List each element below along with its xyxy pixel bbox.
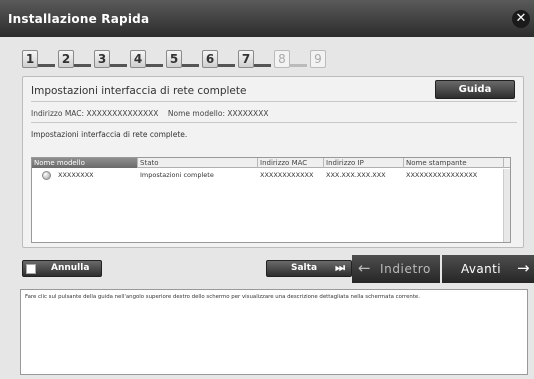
device-info: Indirizzo MAC: XXXXXXXXXXXXXX Nome model… <box>31 109 268 118</box>
step-8: 8 <box>274 50 308 69</box>
back-label: Indietro <box>380 262 431 276</box>
title-bar: Installazione Rapida ✕ <box>0 0 534 37</box>
arrow-right-icon: → <box>517 259 530 277</box>
step-6: 6 <box>202 50 236 69</box>
column-header-ip[interactable]: Indirizzo IP <box>324 158 404 168</box>
column-header-model[interactable]: Nome modello <box>32 158 138 168</box>
cell-printer-name: XXXXXXXXXXXXXXXX <box>406 171 478 179</box>
skip-label: Salta <box>291 263 318 273</box>
guide-button[interactable]: Guida <box>435 80 515 99</box>
column-header-printer-name[interactable]: Nome stampante <box>404 158 504 168</box>
table-header: Nome modello Stato Indirizzo MAC Indiriz… <box>32 158 510 168</box>
close-icon[interactable]: ✕ <box>512 10 530 28</box>
panel-subtitle: Impostazioni interfaccia di rete complet… <box>31 130 188 139</box>
divider <box>31 122 517 123</box>
column-header-status[interactable]: Stato <box>138 158 258 168</box>
divider <box>31 101 517 102</box>
cell-ip: XXX.XXX.XXX.XXX <box>326 171 386 179</box>
cancel-checkbox-icon <box>26 264 36 274</box>
step-5: 5 <box>166 50 200 69</box>
panel-title: Impostazioni interfaccia di rete complet… <box>31 85 247 97</box>
scrollbar[interactable] <box>503 169 510 242</box>
cancel-label: Annulla <box>51 263 90 273</box>
cell-status: Impostazioni complete <box>140 171 214 179</box>
help-text: Fare clic sul pulsante della guida nell'… <box>25 294 420 300</box>
printer-table: Nome modello Stato Indirizzo MAC Indiriz… <box>31 157 511 243</box>
mac-address: Indirizzo MAC: XXXXXXXXXXXXXX <box>31 109 159 118</box>
step-4: 4 <box>130 50 164 69</box>
cell-model: XXXXXXXX <box>58 171 94 179</box>
step-9: 9 <box>310 50 344 69</box>
model-name: Nome modello: XXXXXXXX <box>167 109 269 118</box>
radio-button[interactable] <box>42 171 51 180</box>
arrow-left-icon: ← <box>358 259 372 277</box>
step-7: 7 <box>238 50 272 69</box>
skip-button[interactable]: Salta ⏭ <box>266 260 352 277</box>
window-title: Installazione Rapida <box>8 12 150 26</box>
cell-mac: XXXXXXXXXXXX <box>260 171 314 179</box>
step-1: 1 <box>22 50 56 69</box>
column-header-mac[interactable]: Indirizzo MAC <box>258 158 324 168</box>
step-2: 2 <box>58 50 92 69</box>
main-panel: Impostazioni interfaccia di rete complet… <box>22 76 524 248</box>
skip-forward-icon: ⏭ <box>335 261 345 274</box>
next-button[interactable]: Avanti → <box>442 255 534 283</box>
table-row[interactable]: XXXXXXXX Impostazioni complete XXXXXXXXX… <box>32 170 510 181</box>
help-box: Fare clic sul pulsante della guida nell'… <box>20 289 528 375</box>
step-3: 3 <box>94 50 128 69</box>
cancel-button[interactable]: Annulla <box>22 260 102 277</box>
next-label: Avanti <box>461 262 502 276</box>
back-button[interactable]: ← Indietro <box>352 255 440 283</box>
